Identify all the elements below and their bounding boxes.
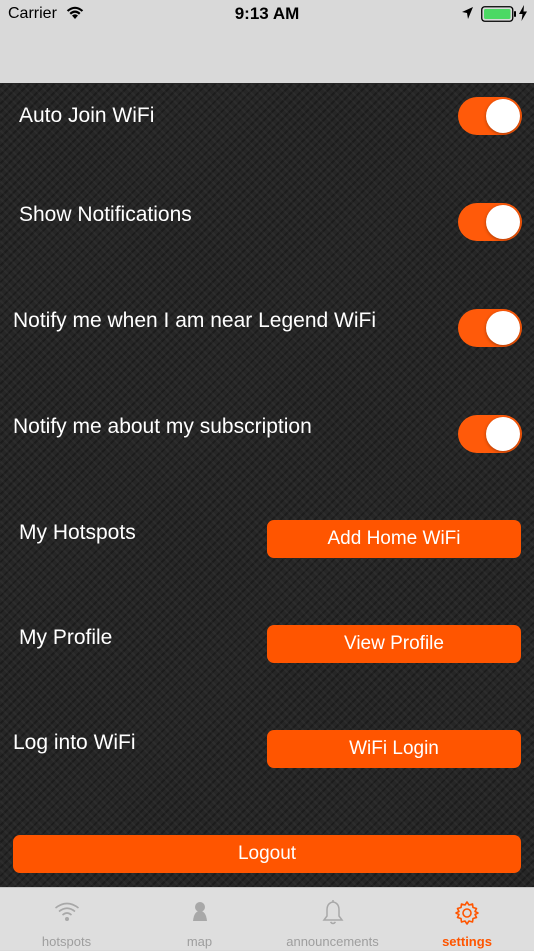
tab-bar: hotspots map announcements settings — [0, 887, 534, 950]
notify-near-legend-wifi-label: Notify me when I am near Legend WiFi — [13, 309, 376, 332]
tab-settings[interactable]: settings — [400, 888, 534, 951]
battery-icon — [481, 6, 517, 27]
logout-button[interactable]: Logout — [13, 835, 521, 873]
wifi-login-button[interactable]: WiFi Login — [267, 730, 521, 768]
map-pin-icon — [189, 900, 211, 929]
notify-near-legend-wifi-toggle[interactable] — [458, 309, 522, 347]
toggle-knob — [486, 311, 520, 345]
notify-subscription-label: Notify me about my subscription — [13, 415, 312, 438]
toggle-knob — [486, 205, 520, 239]
bell-icon — [322, 900, 344, 931]
tab-map[interactable]: map — [133, 888, 266, 951]
my-profile-label: My Profile — [19, 626, 113, 649]
status-bar: Carrier 9:13 AM — [0, 0, 534, 30]
view-profile-button[interactable]: View Profile — [267, 625, 521, 663]
tab-label: map — [186, 934, 213, 949]
navigation-header — [0, 30, 534, 83]
notify-subscription-toggle[interactable] — [458, 415, 522, 453]
tab-announcements[interactable]: announcements — [266, 888, 399, 951]
gear-icon — [454, 900, 480, 931]
wifi-icon — [54, 900, 80, 929]
auto-join-wifi-label: Auto Join WiFi — [19, 104, 155, 127]
charging-bolt-icon — [518, 5, 528, 26]
log-into-wifi-label: Log into WiFi — [13, 731, 136, 754]
my-hotspots-label: My Hotspots — [19, 521, 136, 544]
status-time: 9:13 AM — [234, 4, 300, 23]
tab-label: settings — [442, 934, 492, 949]
toggle-knob — [486, 417, 520, 451]
toggle-knob — [486, 99, 520, 133]
location-arrow-icon — [461, 6, 474, 25]
settings-panel: Auto Join WiFi Show Notifications Notify… — [0, 83, 534, 887]
tab-label: hotspots — [41, 934, 92, 949]
show-notifications-toggle[interactable] — [458, 203, 522, 241]
show-notifications-label: Show Notifications — [19, 203, 192, 226]
tab-label: announcements — [286, 934, 379, 949]
auto-join-wifi-toggle[interactable] — [458, 97, 522, 135]
add-home-wifi-button[interactable]: Add Home WiFi — [267, 520, 521, 558]
tab-hotspots[interactable]: hotspots — [0, 888, 133, 951]
